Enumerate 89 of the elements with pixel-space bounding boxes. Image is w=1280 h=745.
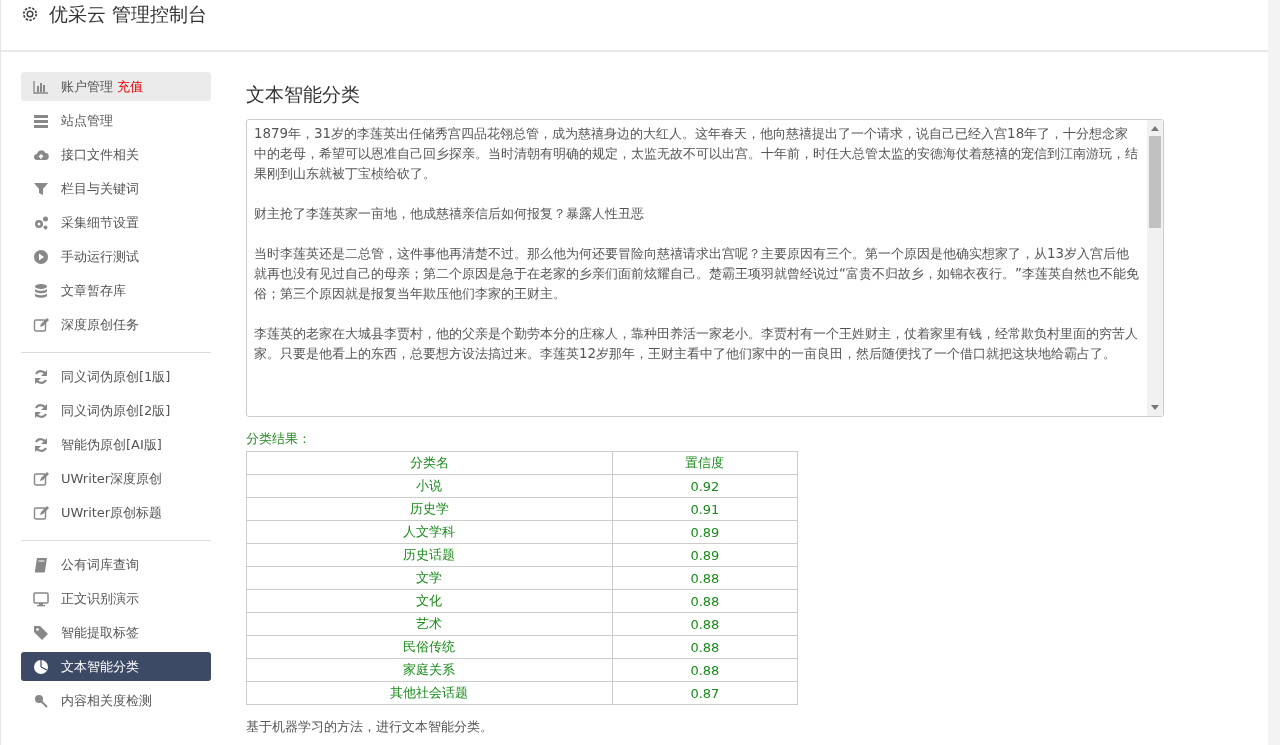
table-cell: 家庭关系 bbox=[246, 658, 613, 682]
article-paragraph: 1879年，31岁的李莲英出任储秀宫四品花翎总管，成为慈禧身边的大红人。这年春天，他向慈禧提出了一个请求，说自己已经入宫18年了，十分想念家中的老母，希望可以恩准自己回乡探亲。当时清朝有明确的规定，太监无故不可以出宫。十年前，时任大总管太监的安德海仗着慈禧的宠信到江南游玩，结果刚到山东就被丁宝桢给砍了。 bbox=[254, 125, 1139, 183]
item-label: 内容相关度检测 bbox=[61, 691, 152, 710]
table-cell: 文化 bbox=[246, 589, 613, 613]
item-label: UWriter原创标题 bbox=[61, 503, 163, 522]
table-cell: 0.88 bbox=[612, 589, 798, 613]
scrollbar[interactable] bbox=[1147, 120, 1163, 416]
table-cell: 艺术 bbox=[246, 612, 613, 636]
settings-icon bbox=[21, 5, 39, 23]
edit-icon bbox=[33, 470, 49, 487]
play-icon bbox=[33, 248, 49, 265]
sidebar-item[interactable]: 栏目与关键词 bbox=[21, 174, 211, 203]
article-paragraph: 财主抢了李莲英家一亩地，他成慈禧亲信后如何报复？暴露人性丑恶 bbox=[254, 205, 645, 223]
column-header: 分类名 bbox=[246, 451, 613, 475]
table-cell: 人文学科 bbox=[246, 520, 613, 544]
item-label: 栏目与关键词 bbox=[61, 179, 139, 198]
sidebar-item[interactable]: UWriter深度原创 bbox=[21, 464, 211, 493]
refresh-icon bbox=[33, 402, 49, 419]
item-label: 账户管理 充值 bbox=[61, 77, 143, 96]
gears-icon bbox=[33, 214, 49, 231]
sidebar-item[interactable]: UWriter原创标题 bbox=[21, 498, 211, 527]
article-paragraph: 李莲英的老家在大城县李贾村，他的父亲是个勤劳本分的庄稼人，靠种田养活一家老小。李贾村有一个王姓财主，仗着家里有钱，经常欺负村里面的穷苦人家。只要是他看上的东西，总要想方设法搞过来。李莲英12岁那年，王财主看中了他们家中的一亩良田，然后随便找了一个借口就把这块地给霸占了。 bbox=[254, 325, 1139, 363]
scroll-up-icon[interactable] bbox=[1151, 125, 1159, 131]
filter-icon bbox=[33, 180, 49, 197]
sidebar-item[interactable]: 同义词伪原创[2版] bbox=[21, 396, 211, 425]
item-label: 文本智能分类 bbox=[61, 657, 139, 676]
table-cell: 0.89 bbox=[612, 543, 798, 567]
item-label: 采集细节设置 bbox=[61, 213, 139, 232]
sidebar-item[interactable]: 账户管理 充值 bbox=[21, 72, 211, 101]
table-cell: 小说 bbox=[246, 474, 613, 498]
sidebar-item[interactable]: 智能提取标签 bbox=[21, 618, 211, 647]
sidebar-item[interactable]: 站点管理 bbox=[21, 106, 211, 135]
refresh-icon bbox=[33, 436, 49, 453]
table-cell: 0.89 bbox=[612, 520, 798, 544]
table-cell: 历史学 bbox=[246, 497, 613, 521]
database-icon bbox=[33, 282, 49, 299]
item-label: 接口文件相关 bbox=[61, 145, 139, 164]
sidebar-item[interactable]: 文本智能分类 bbox=[21, 652, 211, 681]
sidebar-item[interactable]: 公有词库查询 bbox=[21, 550, 211, 579]
sidebar-item[interactable]: 智能伪原创[AI版] bbox=[21, 430, 211, 459]
table-cell: 民俗传统 bbox=[246, 635, 613, 659]
table-cell: 历史话题 bbox=[246, 543, 613, 567]
server-icon bbox=[33, 112, 49, 129]
recharge-link[interactable]: 充值 bbox=[117, 78, 143, 94]
scroll-thumb[interactable] bbox=[1149, 136, 1161, 228]
sidebar-item[interactable]: 同义词伪原创[1版] bbox=[21, 362, 211, 391]
sidebar-item[interactable]: 深度原创任务 bbox=[21, 310, 211, 339]
item-label: 同义词伪原创[1版] bbox=[61, 367, 171, 386]
item-label: 公有词库查询 bbox=[61, 555, 139, 574]
item-label: 文章暂存库 bbox=[61, 281, 126, 300]
book-icon bbox=[33, 556, 49, 573]
item-label: 深度原创任务 bbox=[61, 315, 139, 334]
item-label: 站点管理 bbox=[61, 111, 113, 130]
article-paragraph: 当时李莲英还是二总管，这件事他再清楚不过。那么他为何还要冒险向慈禧请求出宫呢？主要原因有三个。第一个原因是他确实想家了，从13岁入宫后他就再也没有见过自己的母亲；第二个原因是急于在老家的乡亲们面前炫耀自己。楚霸王项羽就曾经说过“富贵不归故乡，如锦衣夜行。”李莲英自然也不能免俗；第三个原因就是报复当年欺压他们李家的王财主。 bbox=[254, 245, 1140, 303]
item-label: UWriter深度原创 bbox=[61, 469, 163, 488]
table-cell: 0.88 bbox=[612, 635, 798, 659]
refresh-icon bbox=[33, 368, 49, 385]
monitor-icon bbox=[33, 590, 49, 607]
item-label: 正文识别演示 bbox=[61, 589, 139, 608]
scroll-down-icon[interactable] bbox=[1151, 405, 1159, 411]
table-cell: 其他社会话题 bbox=[246, 681, 613, 705]
tag-icon bbox=[33, 624, 49, 641]
page-title: 文本智能分类 bbox=[246, 82, 361, 107]
table-cell: 0.91 bbox=[612, 497, 798, 521]
table-cell: 0.92 bbox=[612, 474, 798, 498]
chart-icon bbox=[33, 78, 49, 95]
sidebar-item[interactable]: 内容相关度检测 bbox=[21, 686, 211, 715]
article-text-area[interactable] bbox=[246, 119, 1164, 417]
item-label: 智能提取标签 bbox=[61, 623, 139, 642]
pie-chart-icon bbox=[33, 658, 49, 675]
table-cell: 文学 bbox=[246, 566, 613, 590]
sidebar-item[interactable]: 采集细节设置 bbox=[21, 208, 211, 237]
app-title: 优采云 管理控制台 bbox=[49, 2, 208, 27]
result-label: 分类结果： bbox=[246, 430, 312, 448]
edit-icon bbox=[33, 504, 49, 521]
table-cell: 0.88 bbox=[612, 612, 798, 636]
column-header: 置信度 bbox=[612, 451, 798, 475]
sidebar-item[interactable]: 文章暂存库 bbox=[21, 276, 211, 305]
sidebar-item[interactable]: 接口文件相关 bbox=[21, 140, 211, 169]
table-cell: 0.87 bbox=[612, 681, 798, 705]
table-cell: 0.88 bbox=[612, 566, 798, 590]
sidebar-item[interactable]: 正文识别演示 bbox=[21, 584, 211, 613]
table-cell: 0.88 bbox=[612, 658, 798, 682]
item-label: 手动运行测试 bbox=[61, 247, 139, 266]
sidebar-item[interactable]: 手动运行测试 bbox=[21, 242, 211, 271]
edit-icon bbox=[33, 316, 49, 333]
description-text: 基于机器学习的方法，进行文本智能分类。 bbox=[246, 718, 494, 736]
item-label: 智能伪原创[AI版] bbox=[61, 435, 162, 454]
item-label: 同义词伪原创[2版] bbox=[61, 401, 171, 420]
